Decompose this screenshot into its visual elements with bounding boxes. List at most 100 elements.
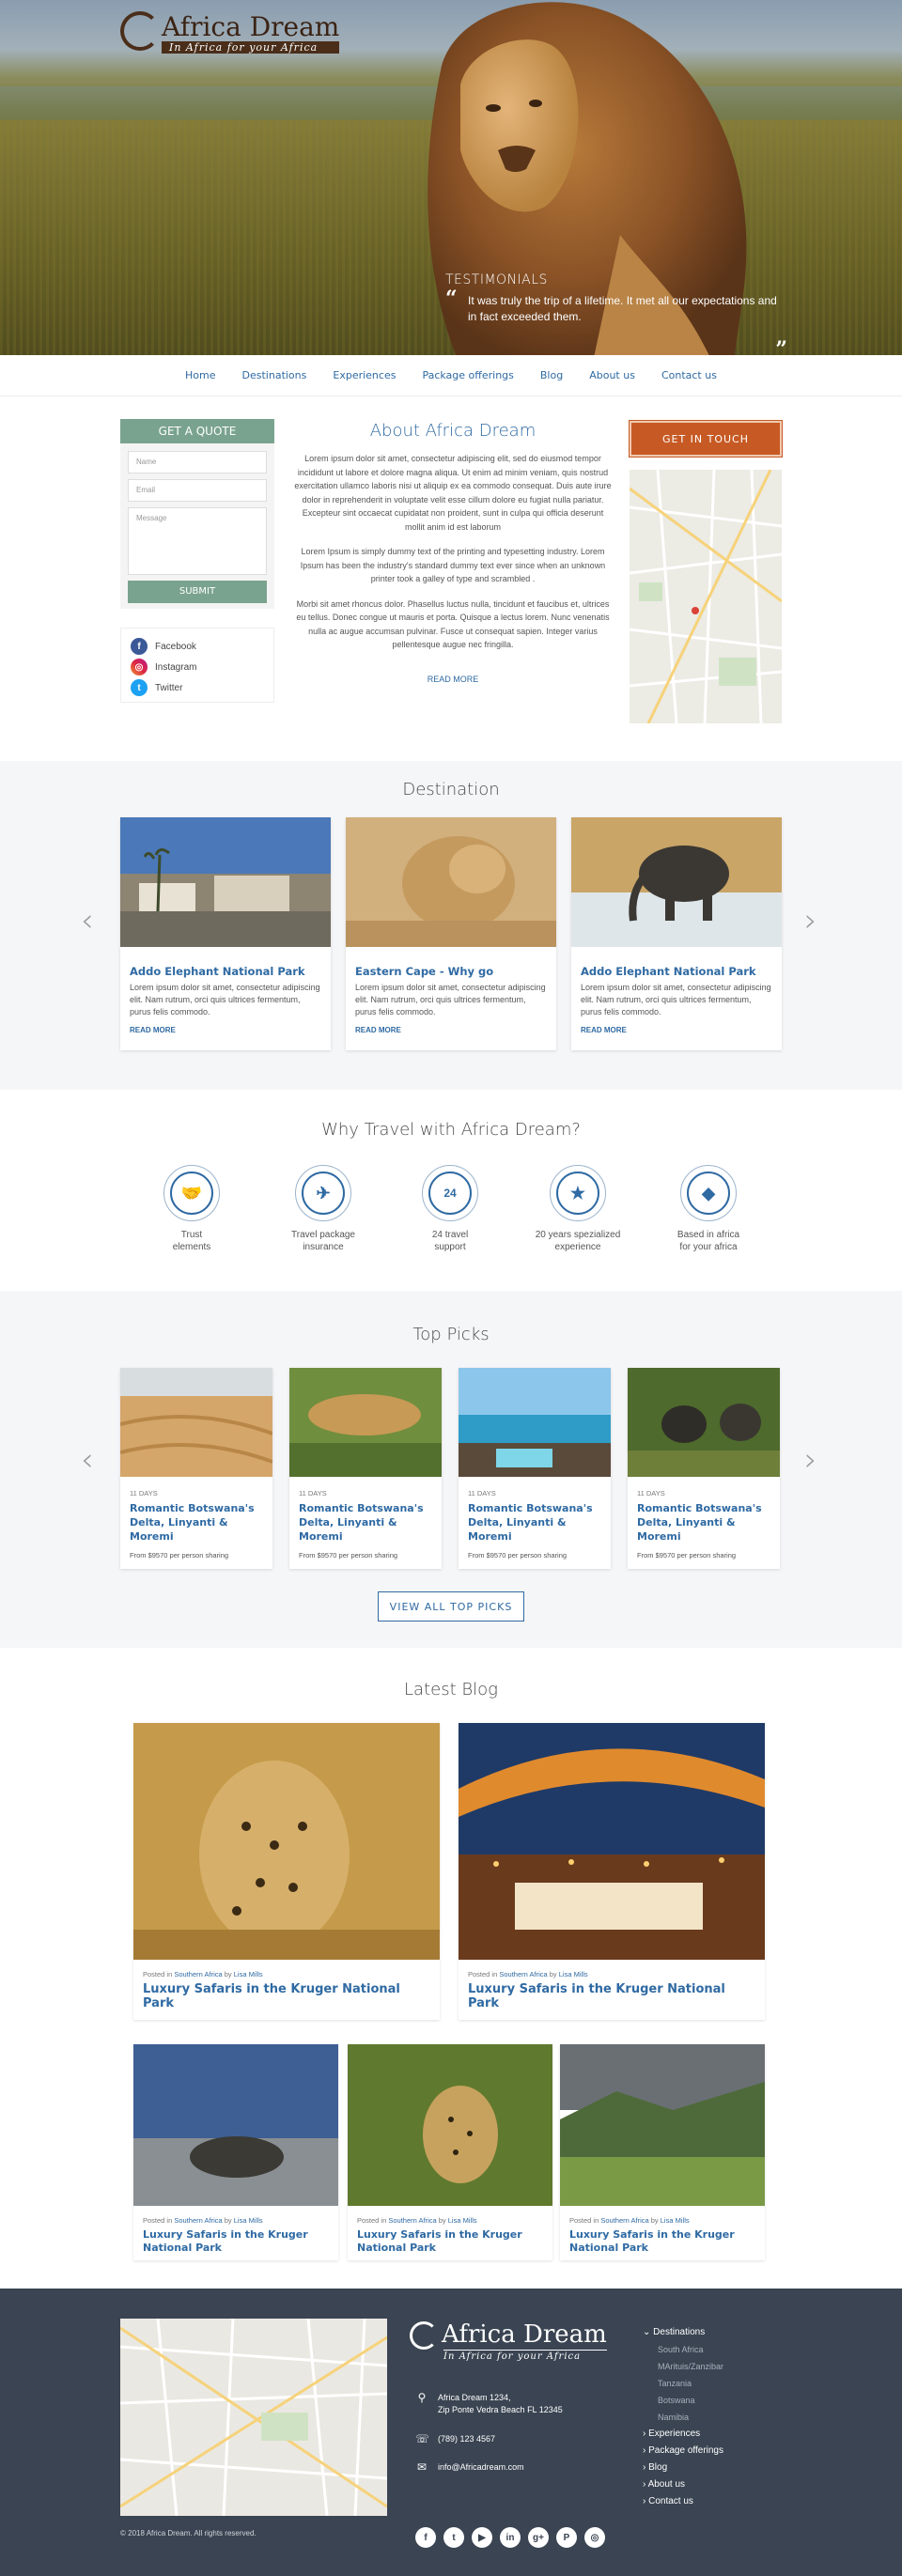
blog-category[interactable]: Southern Africa	[388, 2216, 436, 2225]
twitter-icon[interactable]: t	[443, 2527, 464, 2548]
why-section: Why Travel with Africa Dream? 🤝 Trust ele…	[0, 1090, 902, 1291]
blog-post-card[interactable]: Posted in Southern Africa by Lisa Mills …	[459, 1723, 765, 2020]
africa-map-icon: ◆	[687, 1172, 730, 1215]
blog-category[interactable]: Southern Africa	[174, 1970, 222, 1979]
picks-next-icon[interactable]: ›	[804, 1441, 817, 1479]
latest-blog-section: Latest Blog Posted in Southern Africa by…	[0, 1648, 902, 2289]
view-all-top-picks-button[interactable]: VIEW ALL TOP PICKS	[378, 1591, 524, 1622]
chevron-right-icon: ›	[643, 2445, 646, 2456]
destination-card[interactable]: Addo Elephant National Park Lorem ipsum …	[571, 817, 782, 1050]
about-title: About Africa Dream	[369, 421, 537, 441]
footer-link-package[interactable]: › Package offerings	[643, 2443, 723, 2460]
blog-post-title[interactable]: Luxury Safaris in the Kruger National Pa…	[133, 2227, 338, 2257]
blog-author[interactable]: Lisa Mills	[234, 2216, 263, 2225]
footer-sublink[interactable]: MArituis/Zanzibar	[643, 2358, 723, 2375]
nav-experiences[interactable]: Experiences	[333, 369, 396, 381]
feature-based-africa: ◆ Based in africa for your africa	[657, 1165, 760, 1253]
blog-author[interactable]: Lisa Mills	[448, 2216, 477, 2225]
footer-logo[interactable]: Africa Dream In Africa for your Africa	[410, 2320, 607, 2362]
pick-card[interactable]: 11 DAYS Romantic Botswana's Delta, Linya…	[289, 1368, 442, 1569]
brand-logo[interactable]: Africa Dream In Africa for your Africa	[120, 11, 340, 54]
pick-card[interactable]: 11 DAYS Romantic Botswana's Delta, Linya…	[459, 1368, 611, 1569]
destination-card[interactable]: Addo Elephant National Park Lorem ipsum …	[120, 817, 331, 1050]
twitter-icon: t	[131, 679, 148, 696]
quote-form: GET A QUOTE Name Email Message SUBMIT	[120, 419, 274, 609]
pick-card[interactable]: 11 DAYS Romantic Botswana's Delta, Linya…	[119, 1368, 273, 1569]
blog-post-title[interactable]: Luxury Safaris in the Kruger National Pa…	[133, 1980, 440, 2012]
name-field[interactable]: Name	[128, 451, 267, 473]
pick-card[interactable]: 11 DAYS Romantic Botswana's Delta, Linya…	[628, 1368, 780, 1569]
chevron-right-icon: ›	[643, 2462, 646, 2473]
about-paragraph-3: Morbi sit amet rhoncus dolor. Phasellus …	[296, 598, 610, 650]
pinterest-icon[interactable]: P	[556, 2527, 577, 2548]
blog-category[interactable]: Southern Africa	[499, 1970, 547, 1979]
blog-author[interactable]: Lisa Mills	[559, 1970, 588, 1979]
blog-author[interactable]: Lisa Mills	[234, 1970, 263, 1979]
nav-package-offerings[interactable]: Package offerings	[422, 369, 513, 381]
youtube-icon[interactable]: ▶	[472, 2527, 492, 2548]
blog-author[interactable]: Lisa Mills	[661, 2216, 690, 2225]
nav-blog[interactable]: Blog	[540, 369, 563, 381]
get-in-touch-button[interactable]: GET IN TOUCH	[629, 420, 783, 458]
chevron-right-icon: ›	[643, 2496, 646, 2506]
message-field[interactable]: Message	[128, 507, 267, 575]
picks-prev-icon[interactable]: ‹	[81, 1441, 94, 1479]
blog-category[interactable]: Southern Africa	[600, 2216, 648, 2225]
pick-price: From $9570 per person sharing	[468, 1551, 568, 1560]
social-twitter[interactable]: t Twitter	[131, 677, 264, 698]
footer-link-blog[interactable]: › Blog	[643, 2460, 723, 2476]
social-facebook[interactable]: f Facebook	[131, 636, 264, 657]
lion-logo-icon	[120, 11, 160, 51]
footer-sublink[interactable]: Tanzania	[643, 2375, 723, 2392]
footer: © 2018 Africa Dream. All rights reserved…	[0, 2289, 902, 2576]
nav-home[interactable]: Home	[185, 369, 215, 381]
footer-sublink[interactable]: Namibia	[643, 2409, 723, 2426]
destination-read-more[interactable]: READ MORE	[120, 1018, 331, 1042]
nav-destinations[interactable]: Destinations	[242, 369, 307, 381]
footer-social: f t ▶ in g+ P ◎	[415, 2527, 605, 2548]
footer-link-experiences[interactable]: › Experiences	[643, 2426, 723, 2443]
location-map[interactable]	[630, 470, 782, 723]
footer-map[interactable]	[120, 2319, 387, 2516]
linkedin-icon[interactable]: in	[500, 2527, 521, 2548]
carousel-prev-icon[interactable]: ‹	[81, 902, 94, 939]
blog-post-card[interactable]: Posted in Southern Africa by Lisa Mills …	[133, 1723, 440, 2020]
submit-button[interactable]: SUBMIT	[128, 581, 267, 603]
blog-post-card[interactable]: Posted in Southern Africa by Lisa Mills …	[560, 2044, 765, 2260]
top-picks-section: Top Picks ‹ › 11 DAYS Romantic Botswana'…	[0, 1291, 902, 1648]
pick-title: Romantic Botswana's Delta, Linyanti & Mo…	[299, 1502, 424, 1543]
footer-phone[interactable]: ☏ (789) 123 4567	[415, 2433, 495, 2445]
footer-link-contact[interactable]: › Contact us	[643, 2493, 723, 2510]
blog-post-card[interactable]: Posted in Southern Africa by Lisa Mills …	[133, 2044, 338, 2260]
about-read-more-link[interactable]: READ MORE	[428, 675, 479, 684]
social-instagram[interactable]: ◎ Instagram	[131, 657, 264, 677]
carousel-next-icon[interactable]: ›	[804, 902, 817, 939]
email-field[interactable]: Email	[128, 479, 267, 502]
footer-email[interactable]: ✉ info@Africadream.com	[415, 2461, 524, 2474]
destination-read-more[interactable]: READ MORE	[571, 1018, 782, 1042]
valley-landscape-image	[560, 2044, 765, 2206]
footer-sublink[interactable]: Botswana	[643, 2392, 723, 2409]
facebook-icon[interactable]: f	[415, 2527, 436, 2548]
pick-price: From $9570 per person sharing	[637, 1551, 737, 1560]
footer-address: ⚲ Africa Dream 1234, Zip Ponte Vedra Beac…	[415, 2392, 563, 2416]
nav-about-us[interactable]: About us	[589, 369, 635, 381]
instagram-icon[interactable]: ◎	[584, 2527, 605, 2548]
nav-contact-us[interactable]: Contact us	[661, 369, 717, 381]
footer-link-destinations[interactable]: ⌄ Destinations	[643, 2324, 723, 2341]
destination-title: Destination	[402, 780, 500, 799]
destination-card[interactable]: Eastern Cape - Why go Lorem ipsum dolor …	[346, 817, 556, 1050]
footer-link-about[interactable]: › About us	[643, 2476, 723, 2493]
blog-post-card[interactable]: Posted in Southern Africa by Lisa Mills …	[348, 2044, 552, 2260]
blog-category[interactable]: Southern Africa	[174, 2216, 222, 2225]
chevron-down-icon: ⌄	[643, 2327, 651, 2337]
blog-post-title[interactable]: Luxury Safaris in the Kruger National Pa…	[348, 2227, 552, 2257]
blog-post-title[interactable]: Luxury Safaris in the Kruger National Pa…	[560, 2227, 765, 2257]
brand-name-part1: Africa	[162, 11, 241, 42]
destination-read-more[interactable]: READ MORE	[346, 1018, 556, 1042]
blog-post-title[interactable]: Luxury Safaris in the Kruger National Pa…	[459, 1980, 765, 2012]
handshake-icon: 🤝	[170, 1172, 213, 1215]
footer-sublink[interactable]: South Africa	[643, 2341, 723, 2358]
google-plus-icon[interactable]: g+	[528, 2527, 549, 2548]
footer-tagline: In Africa for your Africa	[443, 2350, 607, 2362]
